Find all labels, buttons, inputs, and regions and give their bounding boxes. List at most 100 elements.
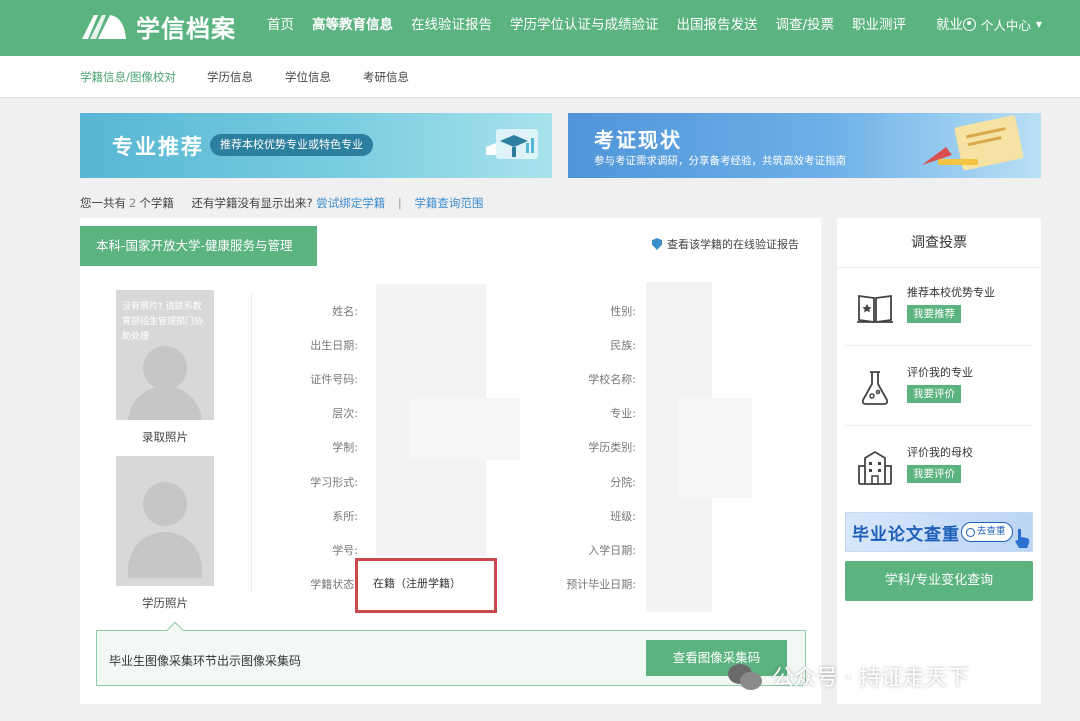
field-class-label: 班级:: [610, 510, 636, 523]
record-count-suffix: 个学籍: [139, 196, 174, 210]
watermark-text: 公众号 · 持证走天下: [772, 666, 969, 691]
record-count: 2: [129, 196, 137, 210]
query-scope-link[interactable]: 学籍查询范围: [414, 196, 483, 210]
user-center-label: 个人中心: [980, 18, 1031, 33]
wechat-icon: [728, 662, 764, 690]
user-center-menu[interactable]: 个人中心 ▼: [962, 15, 1042, 34]
verify-report-label: 查看该学籍的在线验证报告: [667, 238, 799, 251]
search-icon: [966, 527, 975, 537]
field-duration-label: 学制:: [332, 441, 358, 454]
record-count-line: 您一共有 2 个学籍 还有学籍没有显示出来? 尝试绑定学籍 | 学籍查询范围: [80, 195, 483, 211]
user-icon: [962, 18, 976, 31]
brand-name: 学信档案: [136, 15, 236, 43]
survey-label: 推荐本校优势专业: [907, 286, 995, 299]
thesis-check-pill-label: 去查重: [977, 526, 1006, 537]
field-level-label: 层次:: [332, 407, 358, 420]
survey-label: 评价我的母校: [907, 446, 973, 459]
nav-item-career-test[interactable]: 职业测评: [843, 13, 915, 33]
banner-pill: 推荐本校优势专业或特色专业: [210, 134, 373, 156]
redacted-values-left-ext: [410, 398, 520, 460]
field-major-label: 专业:: [610, 407, 636, 420]
photo-missing-note: 没有照片? 请联系教育部招生管理部门协助处理: [122, 302, 204, 342]
subnav-item-education[interactable]: 学历信息: [207, 69, 253, 85]
nav-item-online-verification[interactable]: 在线验证报告: [402, 13, 501, 33]
admission-photo: 没有照片? 请联系教育部招生管理部门协助处理: [116, 290, 214, 420]
student-record-card: 本科-国家开放大学-健康服务与管理 查看该学籍的在线验证报告 没有照片? 请联系…: [80, 218, 821, 704]
wechat-watermark: 公众号 · 持证走天下: [728, 660, 969, 692]
survey-item-recommend: 推荐本校优势专业 我要推荐: [845, 276, 1033, 346]
survey-sidebar: 调查投票 推荐本校优势专业 我要推荐 评价我的专业 我要评价 评价我的母校 我要…: [837, 218, 1041, 704]
sub-navbar: 学籍信息/图像校对 学历信息 学位信息 考研信息: [0, 56, 1080, 98]
field-ethnicity-label: 民族:: [610, 339, 636, 352]
certificate-survey-banner[interactable]: 考证现状 参与考证需求调研，分享备考经验，共筑高效考证指南: [568, 113, 1041, 178]
sidebar-title: 调查投票: [837, 218, 1041, 268]
person-placeholder-icon: [143, 346, 187, 390]
field-student-id-label: 学号:: [332, 544, 358, 557]
record-tab[interactable]: 本科-国家开放大学-健康服务与管理: [80, 226, 317, 266]
subnav-item-records[interactable]: 学籍信息/图像校对: [80, 69, 176, 85]
missing-record-question: 还有学籍没有显示出来?: [191, 196, 313, 210]
field-birthdate-label: 出生日期:: [310, 339, 358, 352]
survey-item-rate-school: 评价我的母校 我要评价: [845, 436, 1033, 506]
nav-item-certification[interactable]: 学历学位认证与成绩验证: [501, 13, 668, 33]
nav-item-home[interactable]: 首页: [258, 13, 303, 33]
rate-school-button[interactable]: 我要评价: [907, 465, 961, 483]
person-placeholder-body: [128, 532, 202, 578]
status-highlight-box: [355, 558, 497, 613]
tooltip-notch: [166, 621, 184, 639]
record-count-prefix: 您一共有: [80, 196, 126, 210]
image-collection-text: 毕业生图像采集环节出示图像采集码: [109, 654, 302, 668]
field-education-type-label: 学历类别:: [588, 441, 636, 454]
survey-label: 评价我的专业: [907, 366, 973, 379]
field-graduation-date-label: 预计毕业日期:: [566, 578, 636, 591]
recommend-button[interactable]: 我要推荐: [907, 305, 961, 323]
field-branch-label: 分院:: [610, 476, 636, 489]
major-change-query-button[interactable]: 学科/专业变化查询: [845, 561, 1033, 601]
field-enroll-date-label: 入学日期:: [588, 544, 636, 557]
field-status-label: 学籍状态:: [310, 578, 358, 591]
column-divider: [251, 292, 252, 592]
verify-report-link[interactable]: 查看该学籍的在线验证报告: [652, 236, 799, 252]
bind-record-link[interactable]: 尝试绑定学籍: [316, 196, 385, 210]
field-name-label: 姓名:: [332, 305, 358, 318]
nav-item-survey[interactable]: 调查/投票: [767, 13, 844, 33]
pointer-hand-icon: [1015, 529, 1030, 548]
person-placeholder-body: [128, 386, 202, 420]
field-study-mode-label: 学习形式:: [310, 476, 358, 489]
field-department-label: 系所:: [332, 510, 358, 523]
thesis-check-title: 毕业论文查重: [852, 525, 960, 545]
admission-photo-label: 录取照片: [142, 430, 188, 444]
nav-item-report-sending[interactable]: 出国报告发送: [668, 13, 767, 33]
caret-down-icon: ▼: [1035, 20, 1042, 29]
thesis-check-banner[interactable]: 毕业论文查重 去查重: [845, 512, 1033, 552]
person-placeholder-icon: [143, 482, 187, 526]
banner-title: 专业推荐: [112, 135, 204, 159]
field-id-number-label: 证件号码:: [310, 373, 358, 386]
survey-item-rate-major: 评价我的专业 我要评价: [845, 356, 1033, 426]
image-collection-bar: 毕业生图像采集环节出示图像采集码 查看图像采集码: [96, 621, 806, 686]
top-navbar: 学信档案 首页 高等教育信息 在线验证报告 学历学位认证与成绩验证 出国报告发送…: [0, 0, 1080, 56]
banner-subtitle: 参与考证需求调研，分享备考经验，共筑高效考证指南: [594, 155, 846, 167]
certificate-illustration-icon: [922, 115, 1024, 171]
field-gender-label: 性别:: [610, 305, 636, 318]
subnav-item-degree[interactable]: 学位信息: [285, 69, 331, 85]
building-icon: [858, 450, 892, 485]
shield-icon: [652, 238, 662, 250]
thesis-check-pill[interactable]: 去查重: [961, 522, 1013, 542]
subnav-item-postgrad[interactable]: 考研信息: [363, 69, 409, 85]
main-nav: 首页 高等教育信息 在线验证报告 学历学位认证与成绩验证 出国报告发送 调查/投…: [258, 0, 972, 46]
flask-icon: [861, 371, 889, 405]
degree-photo-label: 学历照片: [142, 596, 188, 610]
banner-title: 考证现状: [594, 128, 682, 152]
brand-logo[interactable]: 学信档案: [80, 9, 236, 44]
graduation-board-icon: [486, 129, 538, 159]
major-recommend-banner[interactable]: 专业推荐 推荐本校优势专业或特色专业: [80, 113, 552, 178]
book-logo-icon: [80, 11, 128, 43]
field-school-label: 学校名称:: [588, 373, 636, 386]
rate-major-button[interactable]: 我要评价: [907, 385, 961, 403]
degree-photo: [116, 456, 214, 586]
book-icon: [857, 294, 893, 324]
redacted-values-right-ext: [678, 398, 752, 498]
nav-item-higher-education[interactable]: 高等教育信息: [303, 13, 402, 33]
link-separator: |: [397, 196, 402, 210]
